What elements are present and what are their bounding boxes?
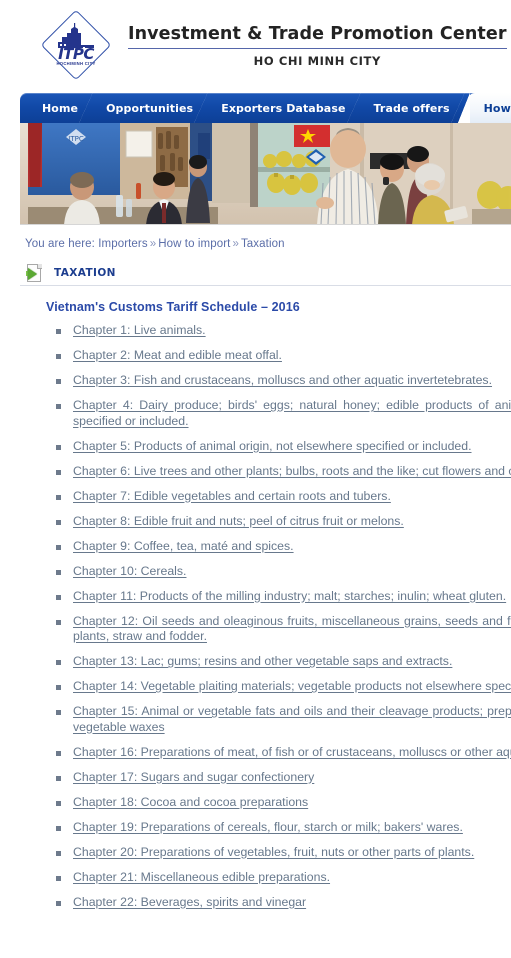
document-arrow-icon [25, 263, 45, 283]
main-navigation: Home Opportunities Exporters Database Tr… [0, 92, 511, 123]
chapter-link[interactable]: Chapter 9: Coffee, tea, maté and spices. [73, 539, 511, 555]
page-root: ITPC HOCHIMINH CITY Investment & Trade P… [0, 0, 511, 958]
tab-trade-offers[interactable]: Trade offers [360, 92, 465, 123]
chapter-link[interactable]: Chapter 12: Oil seeds and oleaginous fru… [73, 614, 511, 645]
chapter-link[interactable]: Chapter 21: Miscellaneous edible prepara… [73, 870, 511, 886]
chapter-link[interactable]: Chapter 10: Cereals. [73, 564, 511, 580]
chapter-link[interactable]: Chapter 5: Products of animal origin, no… [73, 439, 511, 455]
list-item: Chapter 10: Cereals. [56, 564, 511, 580]
svg-text:ITPC: ITPC [68, 135, 84, 143]
breadcrumb-item-importers[interactable]: Importers [98, 238, 147, 250]
list-item: Chapter 14: Vegetable plaiting materials… [56, 679, 511, 695]
list-item: Chapter 7: Edible vegetables and certain… [56, 489, 511, 505]
chapter-link[interactable]: Chapter 14: Vegetable plaiting materials… [73, 679, 511, 695]
chapter-link[interactable]: Chapter 13: Lac; gums; resins and other … [73, 654, 511, 670]
chapter-link[interactable]: Chapter 22: Beverages, spirits and vineg… [73, 895, 511, 911]
list-item: Chapter 18: Cocoa and cocoa preparations [56, 795, 511, 811]
list-item: Chapter 13: Lac; gums; resins and other … [56, 654, 511, 670]
site-title: Investment & Trade Promotion Center [128, 24, 507, 49]
logo-acronym-sub: HOCHIMINH CITY [56, 61, 96, 66]
tab-exporters-database-label: Exporters Database [221, 101, 346, 115]
chapter-link[interactable]: Chapter 6: Live trees and other plants; … [73, 464, 511, 480]
breadcrumb-item-taxation[interactable]: Taxation [241, 238, 285, 250]
tab-exporters-database[interactable]: Exporters Database [207, 92, 361, 123]
list-item: Chapter 6: Live trees and other plants; … [56, 464, 511, 480]
page-fold-shape [37, 263, 42, 269]
list-item: Chapter 9: Coffee, tea, maté and spices. [56, 539, 511, 555]
main-content: Vietnam's Customs Tariff Schedule – 2016… [20, 286, 511, 910]
site-title-block: Investment & Trade Promotion Center HO C… [128, 22, 507, 68]
list-item: Chapter 12: Oil seeds and oleaginous fru… [56, 614, 511, 645]
chapter-link[interactable]: Chapter 4: Dairy produce; birds' eggs; n… [73, 398, 511, 429]
breadcrumb: You are here: Importers» How to import» Ta… [25, 238, 511, 250]
arrow-head-shape [28, 267, 37, 280]
list-item: Chapter 19: Preparations of cereals, flo… [56, 820, 511, 836]
chapter-link[interactable]: Chapter 16: Preparations of meat, of fis… [73, 745, 511, 761]
chapter-link[interactable]: Chapter 1: Live animals. [73, 323, 511, 339]
list-item: Chapter 4: Dairy produce; birds' eggs; n… [56, 398, 511, 429]
breadcrumb-separator-2: » [232, 238, 239, 250]
list-item: Chapter 2: Meat and edible meat offal. [56, 348, 511, 364]
list-item: Chapter 8: Edible fruit and nuts; peel o… [56, 514, 511, 530]
tab-home-label: Home [42, 101, 79, 115]
tab-opportunities[interactable]: Opportunities [92, 92, 209, 123]
logo-acronym: ITPC [58, 45, 94, 63]
list-item: Chapter 15: Animal or vegetable fats and… [56, 704, 511, 735]
list-item: Chapter 21: Miscellaneous edible prepara… [56, 870, 511, 886]
itpc-logo[interactable]: ITPC HOCHIMINH CITY [40, 9, 112, 81]
list-item: Chapter 11: Products of the milling indu… [56, 589, 511, 605]
list-item: Chapter 5: Products of animal origin, no… [56, 439, 511, 455]
site-header: ITPC HOCHIMINH CITY Investment & Trade P… [0, 0, 511, 90]
chapter-link[interactable]: Chapter 20: Preparations of vegetables, … [73, 845, 511, 861]
chapter-link[interactable]: Chapter 7: Edible vegetables and certain… [73, 489, 511, 505]
list-item: Chapter 16: Preparations of meat, of fis… [56, 745, 511, 761]
list-item: Chapter 3: Fish and crustaceans, mollusc… [56, 373, 511, 389]
nav-tabs: Home Opportunities Exporters Database Tr… [20, 92, 511, 123]
chapter-link[interactable]: Chapter 3: Fish and crustaceans, mollusc… [73, 373, 511, 389]
tab-home[interactable]: Home [20, 92, 94, 123]
breadcrumb-separator-1: » [149, 238, 157, 250]
chapter-link[interactable]: Chapter 8: Edible fruit and nuts; peel o… [73, 514, 511, 530]
breadcrumb-prefix: You are here: [25, 238, 95, 250]
section-title: TAXATION [54, 266, 116, 279]
chapter-link[interactable]: Chapter 18: Cocoa and cocoa preparations [73, 795, 511, 811]
list-item: Chapter 17: Sugars and sugar confectione… [56, 770, 511, 786]
breadcrumb-item-how-to-import[interactable]: How to import [158, 238, 230, 250]
chapter-link[interactable]: Chapter 17: Sugars and sugar confectione… [73, 770, 511, 786]
section-header: TAXATION [20, 260, 511, 286]
banner-photo-graphic: ITPC [20, 123, 511, 224]
chapter-link[interactable]: Chapter 19: Preparations of cereals, flo… [73, 820, 511, 836]
list-item: Chapter 20: Preparations of vegetables, … [56, 845, 511, 861]
page-title: Vietnam's Customs Tariff Schedule – 2016 [46, 300, 300, 314]
tab-trade-offers-label: Trade offers [373, 101, 450, 115]
tab-how-to-label: How to [483, 101, 511, 115]
chapter-link[interactable]: Chapter 11: Products of the milling indu… [73, 589, 511, 605]
tab-opportunities-label: Opportunities [106, 101, 194, 115]
list-item: Chapter 22: Beverages, spirits and vineg… [56, 895, 511, 911]
chapter-list: Chapter 1: Live animals. Chapter 2: Meat… [34, 323, 511, 910]
chapter-link[interactable]: Chapter 2: Meat and edible meat offal. [73, 348, 511, 364]
banner-image: ITPC [20, 123, 511, 225]
banner-photo: ITPC [20, 123, 511, 224]
tab-how-to[interactable]: How to [457, 93, 511, 123]
list-item: Chapter 1: Live animals. [56, 323, 511, 339]
chapter-link[interactable]: Chapter 15: Animal or vegetable fats and… [73, 704, 511, 735]
site-subtitle: HO CHI MINH CITY [253, 53, 381, 68]
breadcrumb-bar: You are here: Importers» How to import» Ta… [20, 225, 511, 260]
